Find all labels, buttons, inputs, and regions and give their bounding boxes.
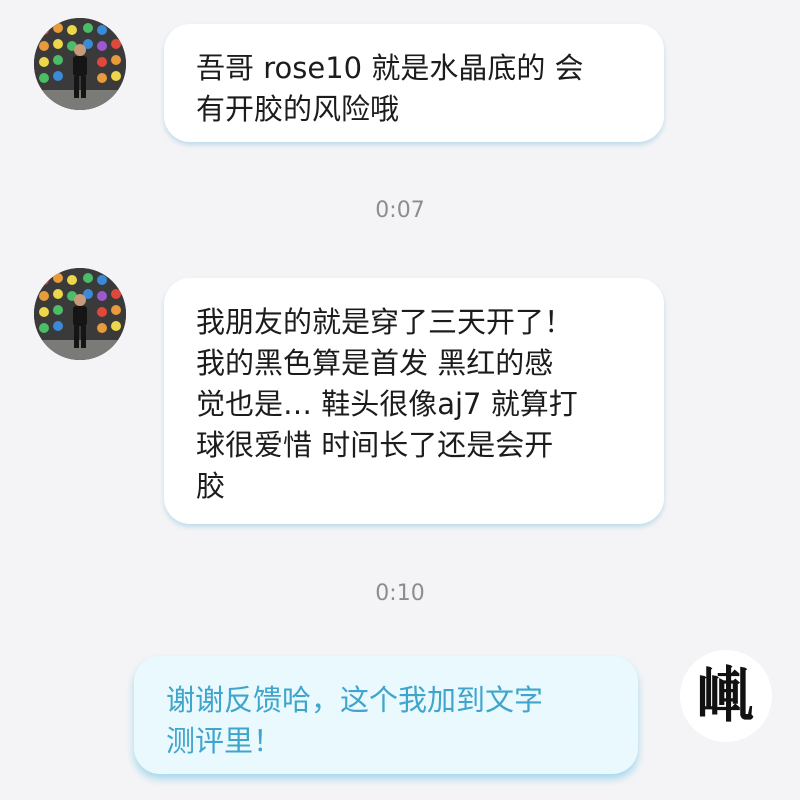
message-bubble-outgoing[interactable]: 谢谢反馈哈，这个我加到文字 测评里！ [134, 656, 638, 774]
self-avatar[interactable]: 𡸗 [680, 650, 772, 742]
message-bubble-incoming[interactable]: 吾哥 rose10 就是水晶底的 会 有开胶的风险哦 [164, 24, 664, 142]
contact-photo [34, 268, 126, 360]
message-timestamp: 0:10 [375, 581, 425, 606]
contact-avatar[interactable] [34, 18, 126, 110]
message-bubble-incoming[interactable]: 我朋友的就是穿了三天开了！ 我的黑色算是首发 黑红的感 觉也是… 鞋头很像aj7… [164, 278, 664, 524]
contact-avatar[interactable] [34, 268, 126, 360]
contact-photo [34, 18, 126, 110]
message-timestamp: 0:07 [375, 198, 425, 223]
self-avatar-logo-icon: 𡸗 [696, 660, 755, 732]
